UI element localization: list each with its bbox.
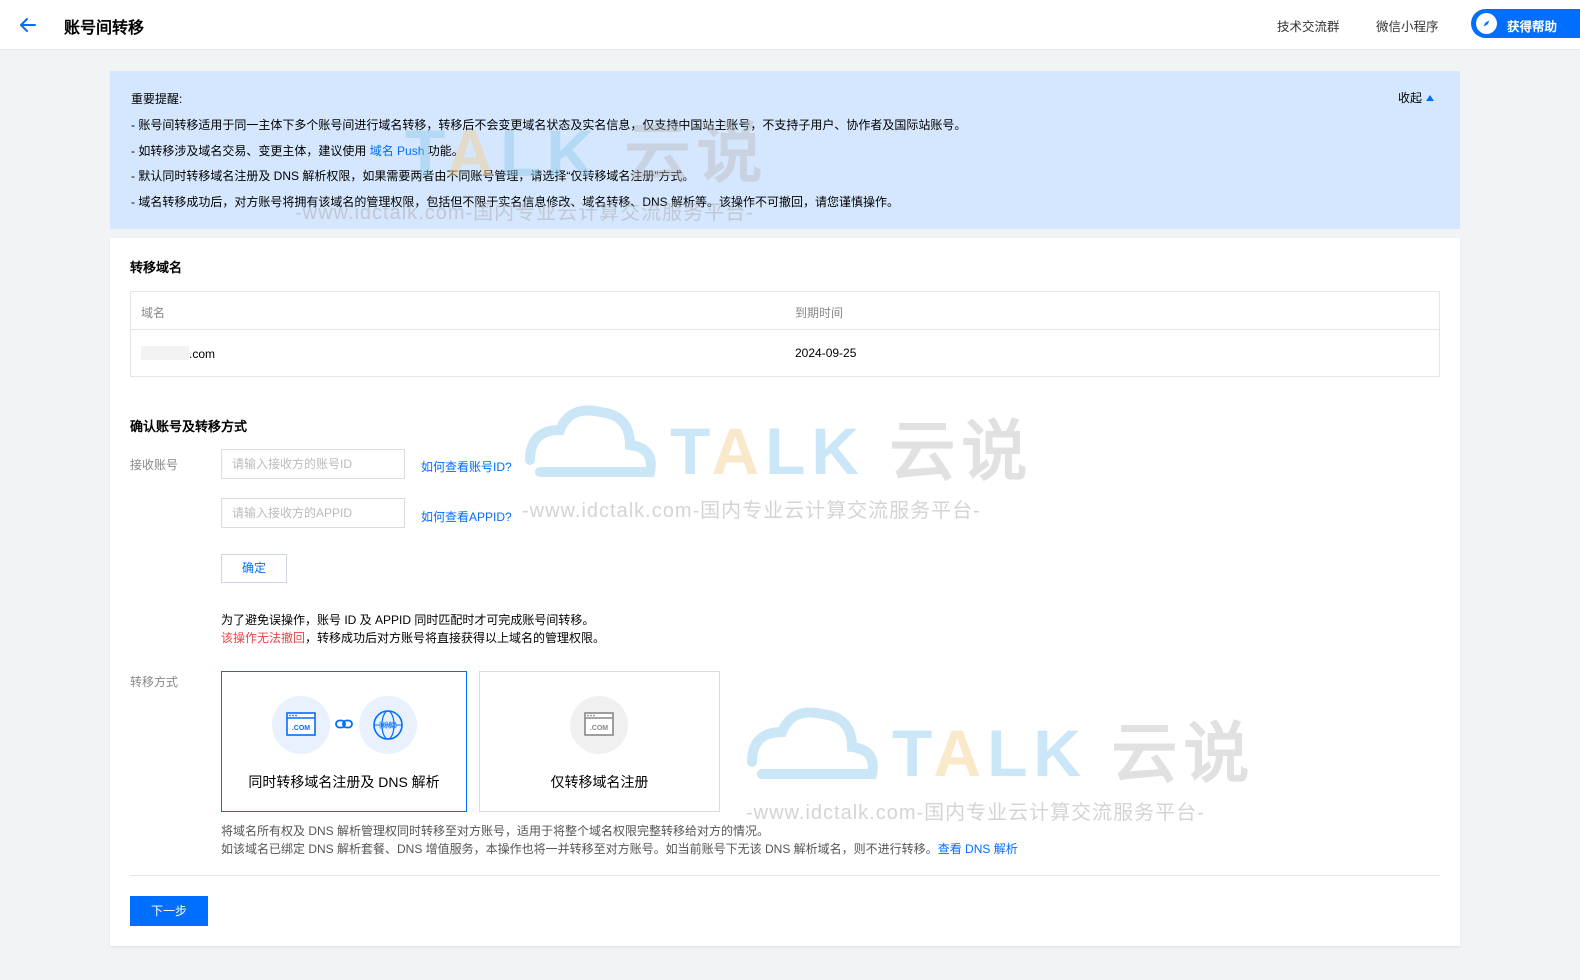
next-step-button[interactable]: 下一步 bbox=[130, 896, 208, 926]
get-help-label: 获得帮助 bbox=[1507, 20, 1558, 34]
com-icon-text: .COM bbox=[292, 725, 310, 732]
domain-push-link[interactable]: 域名 Push bbox=[370, 144, 425, 158]
notice-line-3: - 默认同时转移域名注册及 DNS 解析权限，如果需要两者由不同账号管理，请选择… bbox=[131, 169, 695, 183]
notice-line-2-prefix: - 如转移涉及域名交易、变更主体，建议使用 bbox=[131, 144, 367, 158]
expiry-cell: 2024-09-25 bbox=[795, 346, 857, 360]
notice-title: 重要提醒: bbox=[131, 92, 183, 106]
option-1-label: 同时转移域名注册及 DNS 解析 bbox=[248, 774, 440, 790]
notice-line-2-suffix: 功能。 bbox=[427, 144, 464, 158]
notice-banner: 重要提醒: 收起 - 账号间转移适用于同一主体下多个账号间进行域名转移，转移后不… bbox=[110, 71, 1460, 229]
method-description-2: 如该域名已绑定 DNS 解析套餐、DNS 增值服务，本操作也将一并转移至对方账号… bbox=[221, 840, 1018, 857]
collapse-label: 收起 bbox=[1397, 91, 1422, 105]
match-hint: 为了避免误操作，账号 ID 及 APPID 同时匹配时才可完成账号间转移。 bbox=[221, 613, 595, 627]
com-icon-gray-text: .COM bbox=[590, 725, 608, 732]
tech-group-link[interactable]: 技术交流群 bbox=[1277, 16, 1340, 35]
column-domain: 域名 bbox=[141, 306, 166, 320]
domain-table: 域名 到期时间 .com 2024-09-25 bbox=[130, 291, 1440, 377]
appid-input[interactable] bbox=[221, 498, 405, 528]
irreversible-hint-rest: ，转移成功后对方账号将直接获得以上域名的管理权限。 bbox=[305, 631, 606, 645]
how-to-view-appid-link[interactable]: 如何查看APPID? bbox=[421, 508, 512, 525]
collapse-toggle[interactable]: 收起 bbox=[1398, 89, 1434, 106]
column-expiry: 到期时间 bbox=[795, 306, 844, 320]
method-description-1: 将域名所有权及 DNS 解析管理权同时转移至对方账号，适用于将整个域名权限完整转… bbox=[221, 824, 770, 838]
dns-globe-icon: DNS bbox=[359, 696, 417, 754]
domain-suffix: .com bbox=[189, 347, 216, 361]
com-icon-gray: .COM bbox=[570, 696, 628, 754]
com-icon: .COM bbox=[272, 696, 330, 754]
domain-cell: .com bbox=[141, 346, 215, 361]
option-transfer-registration-only[interactable]: .COM 仅转移域名注册 bbox=[479, 671, 720, 812]
notice-line-4: - 域名转移成功后，对方账号将拥有该域名的管理权限，包括但不限于实名信息修改、域… bbox=[131, 195, 900, 209]
caret-up-icon bbox=[1426, 95, 1434, 101]
compass-icon bbox=[1476, 13, 1497, 34]
dns-icon-text: DNS bbox=[380, 721, 398, 730]
notice-line-1: - 账号间转移适用于同一主体下多个账号间进行域名转移，转移后不会变更域名状态及实… bbox=[131, 118, 967, 132]
notice-line-2: - 如转移涉及域名交易、变更主体，建议使用 域名 Push 功能。 bbox=[131, 142, 464, 159]
redacted-domain-name bbox=[141, 346, 189, 360]
account-id-input[interactable] bbox=[221, 449, 405, 479]
confirm-button[interactable]: 确定 bbox=[221, 554, 287, 583]
page-title: 账号间转移 bbox=[64, 20, 145, 37]
view-dns-link[interactable]: 查看 DNS 解析 bbox=[938, 842, 1018, 856]
receive-account-label: 接收账号 bbox=[130, 458, 179, 472]
irreversible-warning: 该操作无法撤回 bbox=[221, 631, 306, 645]
transfer-method-label: 转移方式 bbox=[130, 675, 179, 689]
irreversible-hint: 该操作无法撤回，转移成功后对方账号将直接获得以上域名的管理权限。 bbox=[221, 629, 605, 646]
method-description-2-text: 如该域名已绑定 DNS 解析套餐、DNS 增值服务，本操作也将一并转移至对方账号… bbox=[221, 842, 938, 856]
transfer-domain-title: 转移域名 bbox=[130, 260, 183, 275]
transfer-card: 转移域名 域名 到期时间 .com 2024-09-25 确认账号及转移方式 接… bbox=[110, 238, 1460, 946]
how-to-view-account-id-link[interactable]: 如何查看账号ID? bbox=[421, 458, 512, 475]
confirm-account-title: 确认账号及转移方式 bbox=[130, 419, 248, 434]
option-2-label: 仅转移域名注册 bbox=[550, 774, 649, 790]
back-arrow-icon[interactable] bbox=[17, 14, 39, 36]
wechat-miniprogram-link[interactable]: 微信小程序 bbox=[1376, 16, 1439, 35]
divider bbox=[130, 875, 1440, 876]
link-icon bbox=[335, 719, 353, 729]
top-bar: 账号间转移 技术交流群 微信小程序 获得帮助 bbox=[0, 0, 1580, 50]
option-transfer-registration-and-dns[interactable]: .COM DNS 同时转移域名注册及 DNS 解析 bbox=[221, 671, 467, 812]
table-header: 域名 到期时间 bbox=[131, 292, 1439, 330]
get-help-button[interactable]: 获得帮助 bbox=[1471, 9, 1580, 38]
